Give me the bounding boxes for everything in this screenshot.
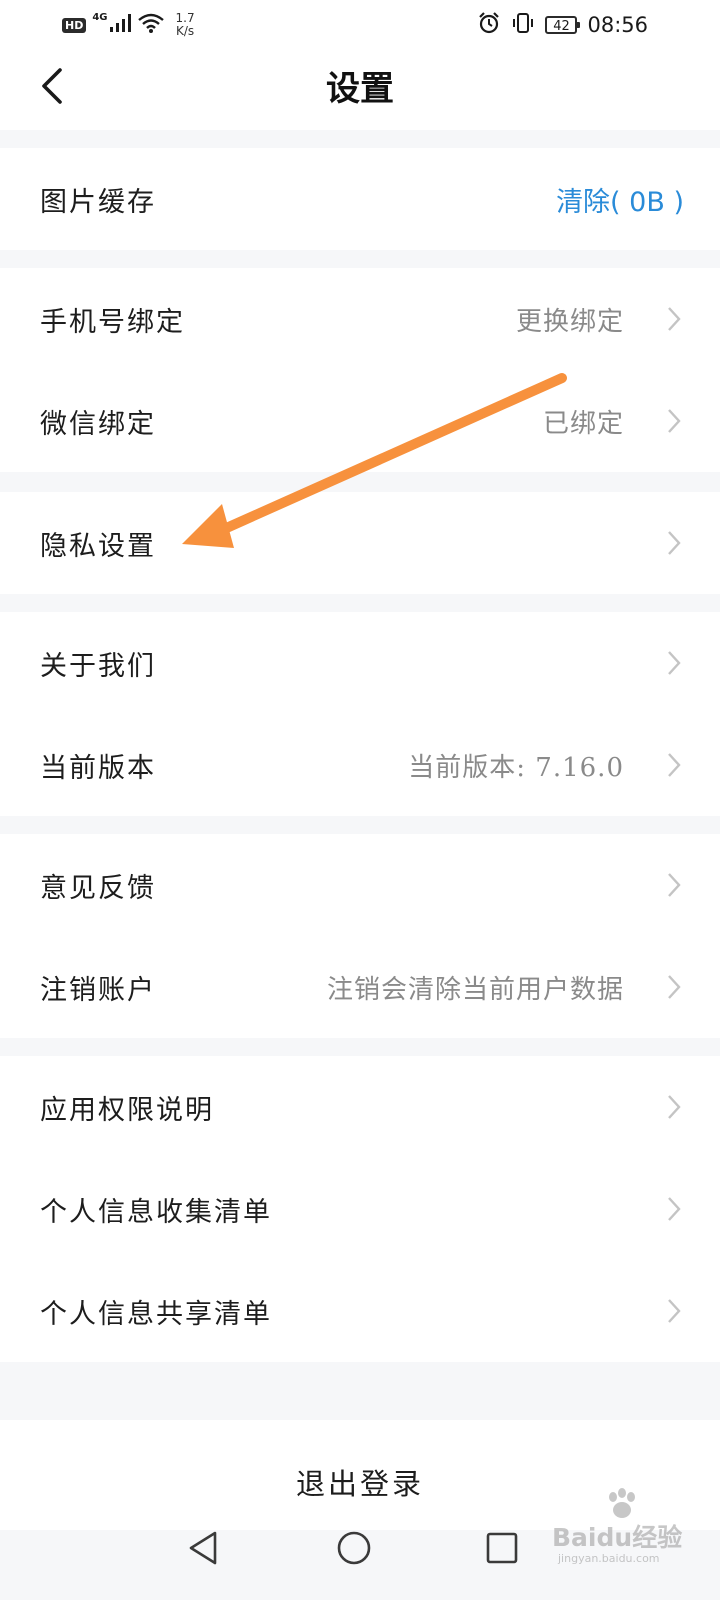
watermark-url: jingyan.baidu.com xyxy=(558,1552,660,1565)
network-type: 4G xyxy=(92,11,108,23)
header-bar: 设置 xyxy=(0,48,720,130)
row-value: 当前版本: 7.16.0 xyxy=(408,752,624,783)
page-title: 设置 xyxy=(326,69,394,109)
row-feedback[interactable]: 意见反馈 xyxy=(0,834,720,936)
row-value: 注销会清除当前用户数据 xyxy=(326,974,624,1005)
settings-group-privacy: 隐私设置 xyxy=(0,492,720,594)
home-circle-icon[interactable] xyxy=(326,1520,382,1576)
chevron-right-icon xyxy=(666,305,682,333)
back-button[interactable] xyxy=(30,66,74,110)
row-delete-account[interactable]: 注销账户 注销会清除当前用户数据 xyxy=(0,936,720,1038)
baidu-watermark: Baidu经验 jingyan.baidu.com xyxy=(552,1488,684,1572)
row-label: 隐私设置 xyxy=(40,530,156,562)
network-speed: 1.7 K/s xyxy=(176,12,195,38)
row-label: 当前版本 xyxy=(40,752,156,784)
clear-cache-button[interactable]: 清除( 0B ) xyxy=(556,180,684,219)
battery-icon: 42 xyxy=(545,16,581,34)
status-left: HD 4G 1.7 K/s xyxy=(62,10,195,40)
row-wechat-binding[interactable]: 微信绑定 已绑定 xyxy=(0,370,720,472)
wifi-icon xyxy=(137,13,164,37)
status-bar: HD 4G 1.7 K/s 42 08:56 xyxy=(0,0,720,48)
row-label: 关于我们 xyxy=(40,650,156,682)
chevron-right-icon xyxy=(666,1195,682,1223)
chevron-left-icon xyxy=(40,67,64,109)
alarm-icon xyxy=(477,11,501,39)
back-triangle-icon[interactable] xyxy=(175,1520,231,1576)
logout-label: 退出登录 xyxy=(295,1467,424,1501)
chevron-right-icon xyxy=(666,529,682,557)
chevron-right-icon xyxy=(666,407,682,435)
row-about-us[interactable]: 关于我们 xyxy=(0,612,720,714)
status-time: 08:56 xyxy=(587,13,648,37)
chevron-right-icon xyxy=(666,871,682,899)
row-label: 个人信息收集清单 xyxy=(40,1196,272,1228)
speed-unit: K/s xyxy=(175,24,195,38)
chevron-right-icon xyxy=(666,973,682,1001)
row-privacy-settings[interactable]: 隐私设置 xyxy=(0,492,720,594)
row-label: 注销账户 xyxy=(40,974,156,1006)
settings-group-permissions: 应用权限说明 个人信息收集清单 个人信息共享清单 xyxy=(0,1056,720,1362)
chevron-right-icon xyxy=(666,649,682,677)
row-image-cache: 图片缓存 清除( 0B ) xyxy=(0,148,720,250)
chevron-right-icon xyxy=(666,1093,682,1121)
row-label: 图片缓存 xyxy=(40,186,156,218)
settings-group-about: 关于我们 当前版本 当前版本: 7.16.0 xyxy=(0,612,720,816)
row-phone-binding[interactable]: 手机号绑定 更换绑定 xyxy=(0,268,720,370)
row-label: 应用权限说明 xyxy=(40,1094,214,1126)
recents-square-icon[interactable] xyxy=(474,1520,530,1576)
signal-icon xyxy=(109,14,132,36)
vibrate-icon xyxy=(511,11,535,39)
row-label: 微信绑定 xyxy=(40,408,156,440)
battery-level: 42 xyxy=(553,19,570,34)
settings-group-binding: 手机号绑定 更换绑定 微信绑定 已绑定 xyxy=(0,268,720,472)
settings-group-cache: 图片缓存 清除( 0B ) xyxy=(0,148,720,250)
row-label: 个人信息共享清单 xyxy=(40,1298,272,1330)
settings-group-account: 意见反馈 注销账户 注销会清除当前用户数据 xyxy=(0,834,720,1038)
chevron-right-icon xyxy=(666,1297,682,1325)
row-value: 已绑定 xyxy=(542,408,624,439)
chevron-right-icon xyxy=(666,751,682,779)
row-info-collection-list[interactable]: 个人信息收集清单 xyxy=(0,1158,720,1260)
status-right: 42 08:56 xyxy=(477,10,648,40)
hd-badge: HD xyxy=(62,17,87,33)
row-app-permissions[interactable]: 应用权限说明 xyxy=(0,1056,720,1158)
row-label: 手机号绑定 xyxy=(40,306,185,338)
watermark-brand: Baidu经验 xyxy=(552,1523,683,1552)
row-label: 意见反馈 xyxy=(40,872,156,904)
row-value: 更换绑定 xyxy=(515,306,624,337)
row-current-version[interactable]: 当前版本 当前版本: 7.16.0 xyxy=(0,714,720,816)
row-info-sharing-list[interactable]: 个人信息共享清单 xyxy=(0,1260,720,1362)
